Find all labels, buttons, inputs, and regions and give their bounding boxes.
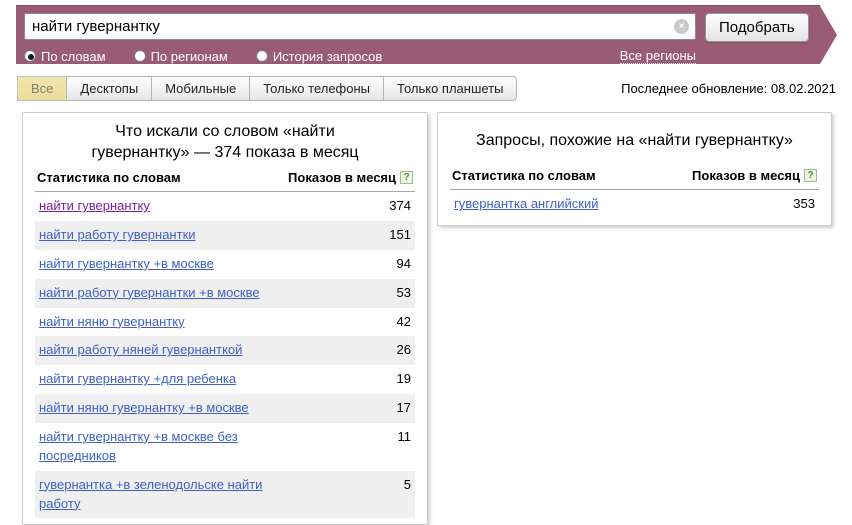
radio-icon <box>24 50 36 62</box>
table-row: найти няню гувернантку +в москве 17 <box>35 394 415 423</box>
search-input[interactable] <box>24 13 696 40</box>
device-tabs: Все Десктопы Мобильные Только телефоны Т… <box>18 76 517 101</box>
search-mode-radio[interactable]: По регионам <box>134 49 228 64</box>
search-input-wrap: × <box>24 13 696 40</box>
device-tabs-row: Все Десктопы Мобильные Только телефоны Т… <box>18 76 836 101</box>
search-row: × Подобрать <box>16 6 820 42</box>
phrase-link[interactable]: найти гувернантку +в москве без посредни… <box>39 428 307 466</box>
column-count-label: Показов в месяц <box>288 170 396 185</box>
phrase-link[interactable]: найти работу няней гувернанткой <box>39 341 242 360</box>
panel-searched-with-word: Что искали со словом «найти гувернантку»… <box>22 112 428 525</box>
search-mode-radio[interactable]: По словам <box>24 49 106 64</box>
radio-icon <box>134 50 146 62</box>
table-row: найти няню гувернантку 42 <box>35 308 415 337</box>
similar-queries-table: гувернантка английский 353 <box>450 190 819 219</box>
impressions-count: 11 <box>398 428 412 444</box>
column-count-label: Показов в месяц <box>692 168 800 183</box>
table-row: найти гувернантку 374 <box>35 192 415 221</box>
help-icon[interactable]: ? <box>804 169 817 182</box>
keywords-table: найти гувернантку 374 найти работу гувер… <box>35 192 415 518</box>
impressions-count: 42 <box>397 313 411 329</box>
last-update-label: Последнее обновление: 08.02.2021 <box>621 81 836 96</box>
phrase-link[interactable]: найти гувернантку +для ребенка <box>39 370 236 389</box>
column-count-header: Показов в месяц? <box>288 170 413 185</box>
phrase-link[interactable]: гувернантка +в зеленодольске найти работ… <box>39 476 307 514</box>
impressions-count: 26 <box>397 341 411 357</box>
search-bar: × Подобрать По словам По регионам Истори… <box>16 5 820 64</box>
phrase-link[interactable]: найти няню гувернантку <box>39 313 185 332</box>
phrase-link[interactable]: найти гувернантку <box>39 197 150 216</box>
phrase-link[interactable]: гувернантка английский <box>454 195 599 214</box>
impressions-count: 17 <box>397 399 411 415</box>
clear-icon[interactable]: × <box>674 19 689 34</box>
table-row: найти работу гувернантки 151 <box>35 221 415 250</box>
panel-title: Запросы, похожие на «найти гувернантку» <box>450 113 819 165</box>
column-count-header: Показов в месяц? <box>692 168 817 183</box>
device-tab[interactable]: Мобильные <box>151 76 250 101</box>
table-row: гувернантка +в зеленодольске найти работ… <box>35 471 415 519</box>
search-mode-radio[interactable]: История запросов <box>256 49 383 64</box>
table-row: найти гувернантку +в москве без посредни… <box>35 423 415 471</box>
column-phrase-header: Статистика по словам <box>452 168 596 183</box>
mode-label: История запросов <box>273 49 383 64</box>
device-tab[interactable]: Десктопы <box>66 76 152 101</box>
mode-label: По словам <box>41 49 106 64</box>
panel-similar-queries: Запросы, похожие на «найти гувернантку» … <box>437 112 832 226</box>
help-icon[interactable]: ? <box>400 171 413 184</box>
all-regions-link[interactable]: Все регионы <box>620 48 696 64</box>
radio-icon <box>256 50 268 62</box>
panel-title: Что искали со словом «найти гувернантку»… <box>35 113 415 167</box>
mode-label: По регионам <box>151 49 228 64</box>
search-modes: По словам По регионам История запросов <box>24 49 382 64</box>
table-header: Статистика по словам Показов в месяц? <box>450 165 819 190</box>
phrase-link[interactable]: найти гувернантку +в москве <box>39 255 214 274</box>
impressions-count: 94 <box>397 255 411 271</box>
device-tab[interactable]: Только планшеты <box>383 76 517 101</box>
device-tab[interactable]: Только телефоны <box>249 76 384 101</box>
impressions-count: 19 <box>397 370 411 386</box>
table-row: найти гувернантку +в москве 94 <box>35 250 415 279</box>
table-header: Статистика по словам Показов в месяц? <box>35 167 415 192</box>
table-row: найти работу няней гувернанткой 26 <box>35 336 415 365</box>
column-phrase-header: Статистика по словам <box>37 170 181 185</box>
device-tab[interactable]: Все <box>17 76 67 101</box>
impressions-count: 151 <box>389 226 411 242</box>
phrase-link[interactable]: найти няню гувернантку +в москве <box>39 399 249 418</box>
panel-title-text: Что искали со словом «найти гувернантку»… <box>75 121 375 163</box>
table-row: гувернантка английский 353 <box>450 190 819 219</box>
mode-row: По словам По регионам История запросов В… <box>16 42 820 64</box>
table-row: найти гувернантку +для ребенка 19 <box>35 365 415 394</box>
impressions-count: 374 <box>389 197 411 213</box>
phrase-link[interactable]: найти работу гувернантки <box>39 226 196 245</box>
panel-title-text: Запросы, похожие на «найти гувернантку» <box>476 130 793 151</box>
submit-button[interactable]: Подобрать <box>705 13 809 42</box>
impressions-count: 53 <box>397 284 411 300</box>
phrase-link[interactable]: найти работу гувернантки +в москве <box>39 284 260 303</box>
impressions-count: 353 <box>793 195 815 211</box>
results-panels: Что искали со словом «найти гувернантку»… <box>22 112 832 525</box>
table-row: найти работу гувернантки +в москве 53 <box>35 279 415 308</box>
